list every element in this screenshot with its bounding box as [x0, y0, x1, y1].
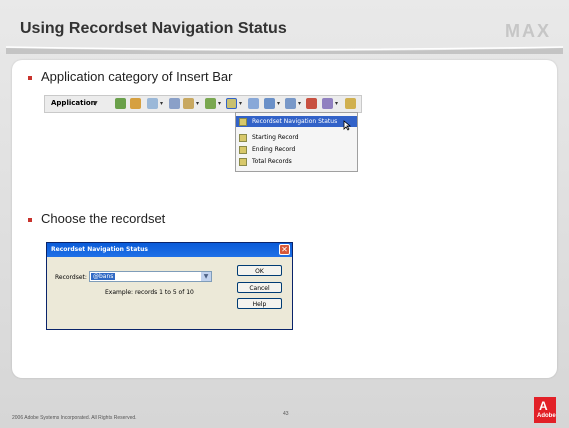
xslt-icon[interactable] [322, 98, 333, 109]
recordset-select[interactable]: @bans ▼ [89, 271, 212, 282]
dialog-title: Recordset Navigation Status [51, 246, 148, 253]
more-icon[interactable] [345, 98, 356, 109]
show-region-icon[interactable] [169, 98, 180, 109]
bullet-choose-recordset: Choose the recordset [28, 211, 165, 226]
menu-item-label: Starting Record [252, 134, 299, 141]
chevron-down-icon[interactable]: ▾ [298, 100, 301, 107]
close-icon[interactable]: ✕ [279, 244, 290, 255]
navigation-status-menu: Recordset Navigation Status Starting Rec… [235, 112, 358, 172]
help-button[interactable]: Help [237, 298, 282, 309]
title-underline [6, 46, 563, 54]
update-record-icon[interactable] [264, 98, 275, 109]
bullet-marker [28, 75, 32, 80]
navigation-status-icon [239, 118, 247, 126]
chevron-down-icon[interactable]: ▾ [218, 100, 221, 107]
ending-record-icon [239, 146, 247, 154]
menu-item-total-records[interactable]: Total Records [236, 156, 357, 167]
adobe-icon: A [539, 399, 548, 413]
chevron-down-icon[interactable]: ▾ [277, 100, 280, 107]
mouse-cursor-icon [343, 120, 352, 131]
bullet-text: Choose the recordset [41, 211, 166, 226]
user-auth-icon[interactable] [306, 98, 317, 109]
slide-title: Using Recordset Navigation Status [20, 20, 287, 37]
navigation-status-icon[interactable] [226, 98, 237, 109]
recordset-value: @bans [91, 273, 116, 280]
menu-item-label: Total Records [252, 158, 292, 165]
starting-record-icon [239, 134, 247, 142]
cancel-button[interactable]: Cancel [237, 282, 282, 293]
adobe-logo: A Adobe [534, 397, 556, 423]
example-text: Example: records 1 to 5 of 10 [105, 289, 194, 296]
chevron-down-icon[interactable]: ▼ [201, 272, 211, 281]
menu-item-label: Recordset Navigation Status [252, 118, 338, 125]
recordset-navigation-status-dialog: Recordset Navigation Status ✕ Recordset:… [46, 242, 293, 330]
page-number: 43 [283, 411, 289, 417]
bullet-text: Application category of Insert Bar [41, 69, 233, 84]
total-records-icon [239, 158, 247, 166]
recordset-icon[interactable] [115, 98, 126, 109]
insert-bar: Application ▼ ▾ ▾ ▾ ▾ ▾ ▾ ▾ [44, 95, 362, 113]
chevron-down-icon[interactable]: ▾ [160, 100, 163, 107]
category-dropdown[interactable]: Application [51, 99, 96, 107]
chevron-down-icon[interactable]: ▾ [335, 100, 338, 107]
title-bar: Using Recordset Navigation Status MAX [6, 8, 563, 54]
bullet-insert-bar: Application category of Insert Bar [28, 69, 233, 84]
dialog-title-bar[interactable]: Recordset Navigation Status ✕ [47, 243, 292, 257]
insert-record-icon[interactable] [248, 98, 259, 109]
slide: Using Recordset Navigation Status MAX Ap… [0, 0, 569, 428]
menu-item-ending-record[interactable]: Ending Record [236, 144, 357, 155]
menu-item-starting-record[interactable]: Starting Record [236, 132, 357, 143]
repeated-region-icon[interactable] [147, 98, 158, 109]
menu-item-recordset-navigation-status[interactable]: Recordset Navigation Status [236, 116, 357, 127]
max-logo: MAX [505, 21, 551, 41]
master-detail-icon[interactable] [205, 98, 216, 109]
chevron-down-icon[interactable]: ▾ [196, 100, 199, 107]
delete-record-icon[interactable] [285, 98, 296, 109]
chevron-down-icon[interactable]: ▼ [93, 100, 98, 107]
dynamic-data-icon[interactable] [130, 98, 141, 109]
copyright: 2006 Adobe Systems Incorporated. All Rig… [12, 415, 137, 421]
recordset-label: Recordset: [55, 274, 87, 281]
ok-button[interactable]: OK [237, 265, 282, 276]
menu-item-label: Ending Record [252, 146, 296, 153]
bullet-marker [28, 217, 32, 222]
adobe-wordmark: Adobe [537, 413, 556, 419]
chevron-down-icon[interactable]: ▾ [239, 100, 242, 107]
navigation-bar-icon[interactable] [183, 98, 194, 109]
